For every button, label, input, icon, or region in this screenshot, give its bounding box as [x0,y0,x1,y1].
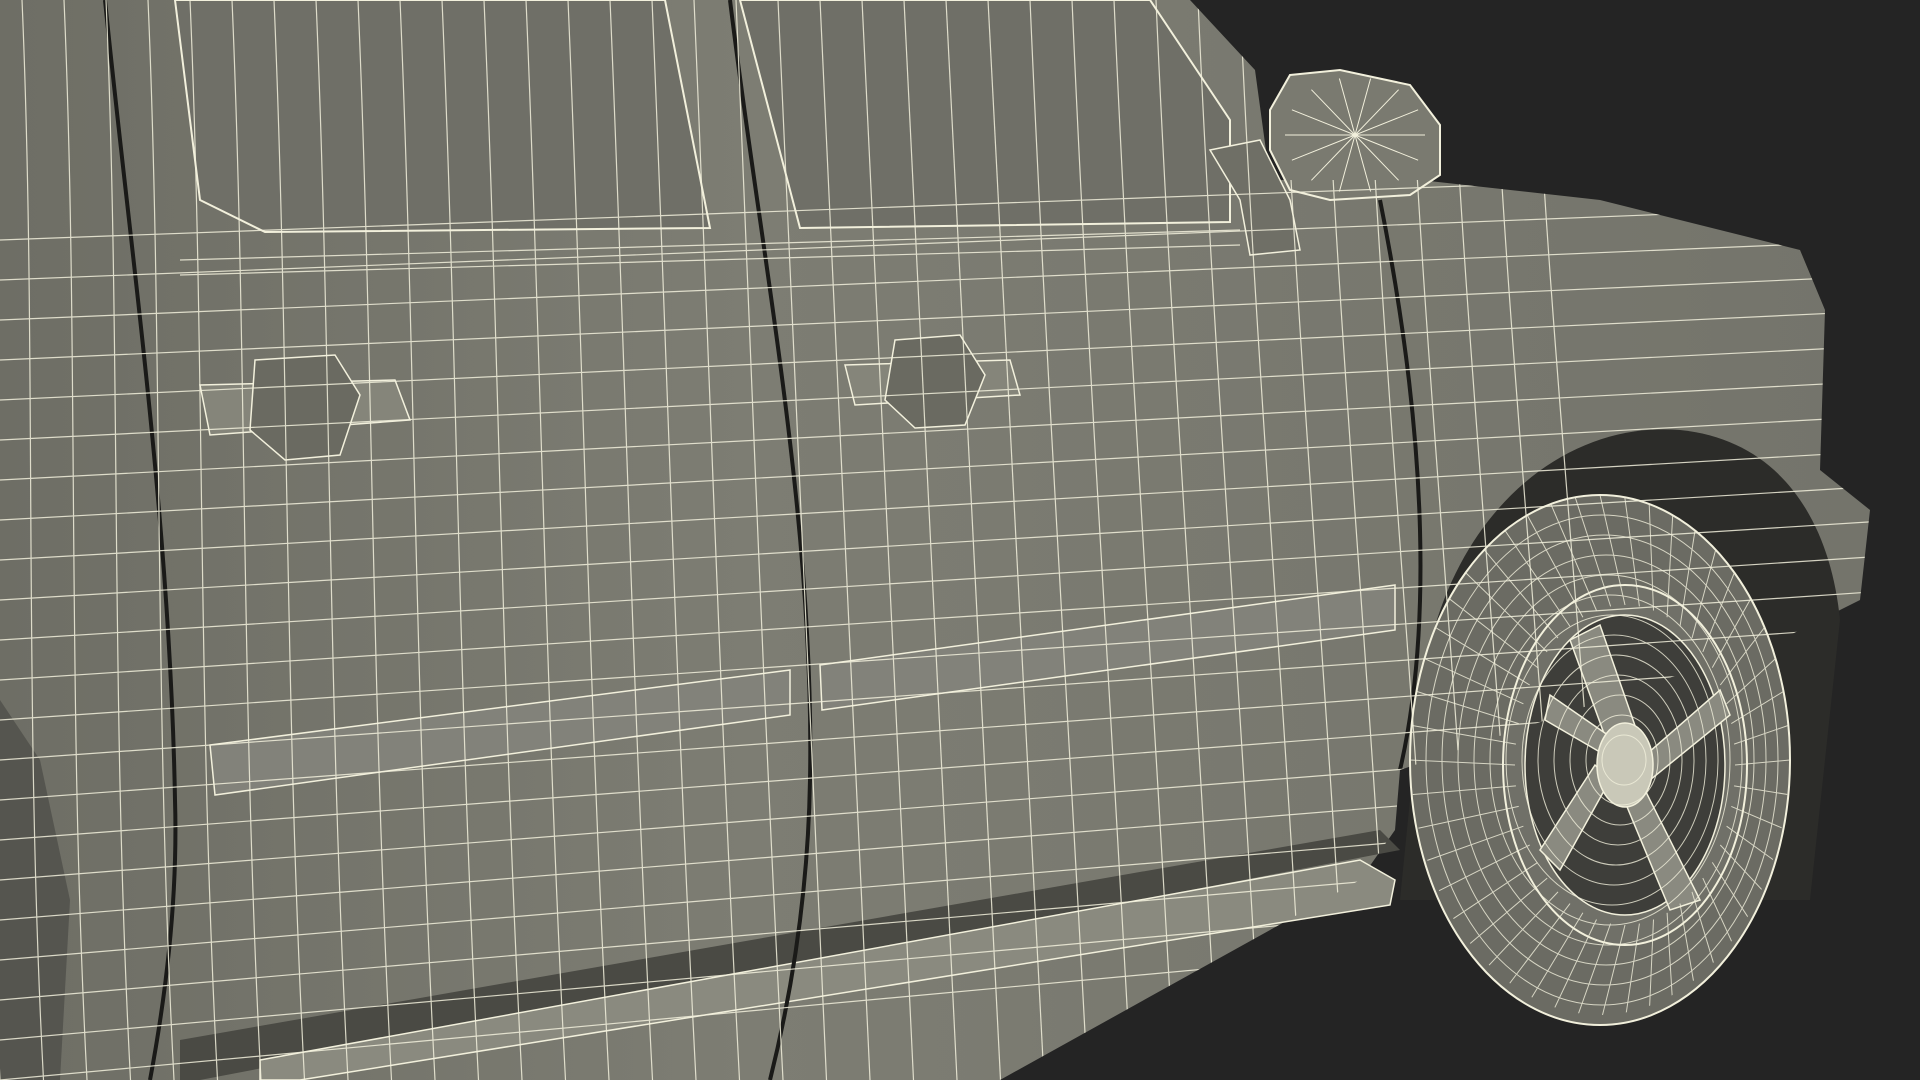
render-viewport [0,0,1920,1080]
truck-wireframe-render [0,0,1870,1080]
rear-handle-cup [249,354,361,461]
front-window [738,0,1231,230]
rear-window [173,0,712,234]
